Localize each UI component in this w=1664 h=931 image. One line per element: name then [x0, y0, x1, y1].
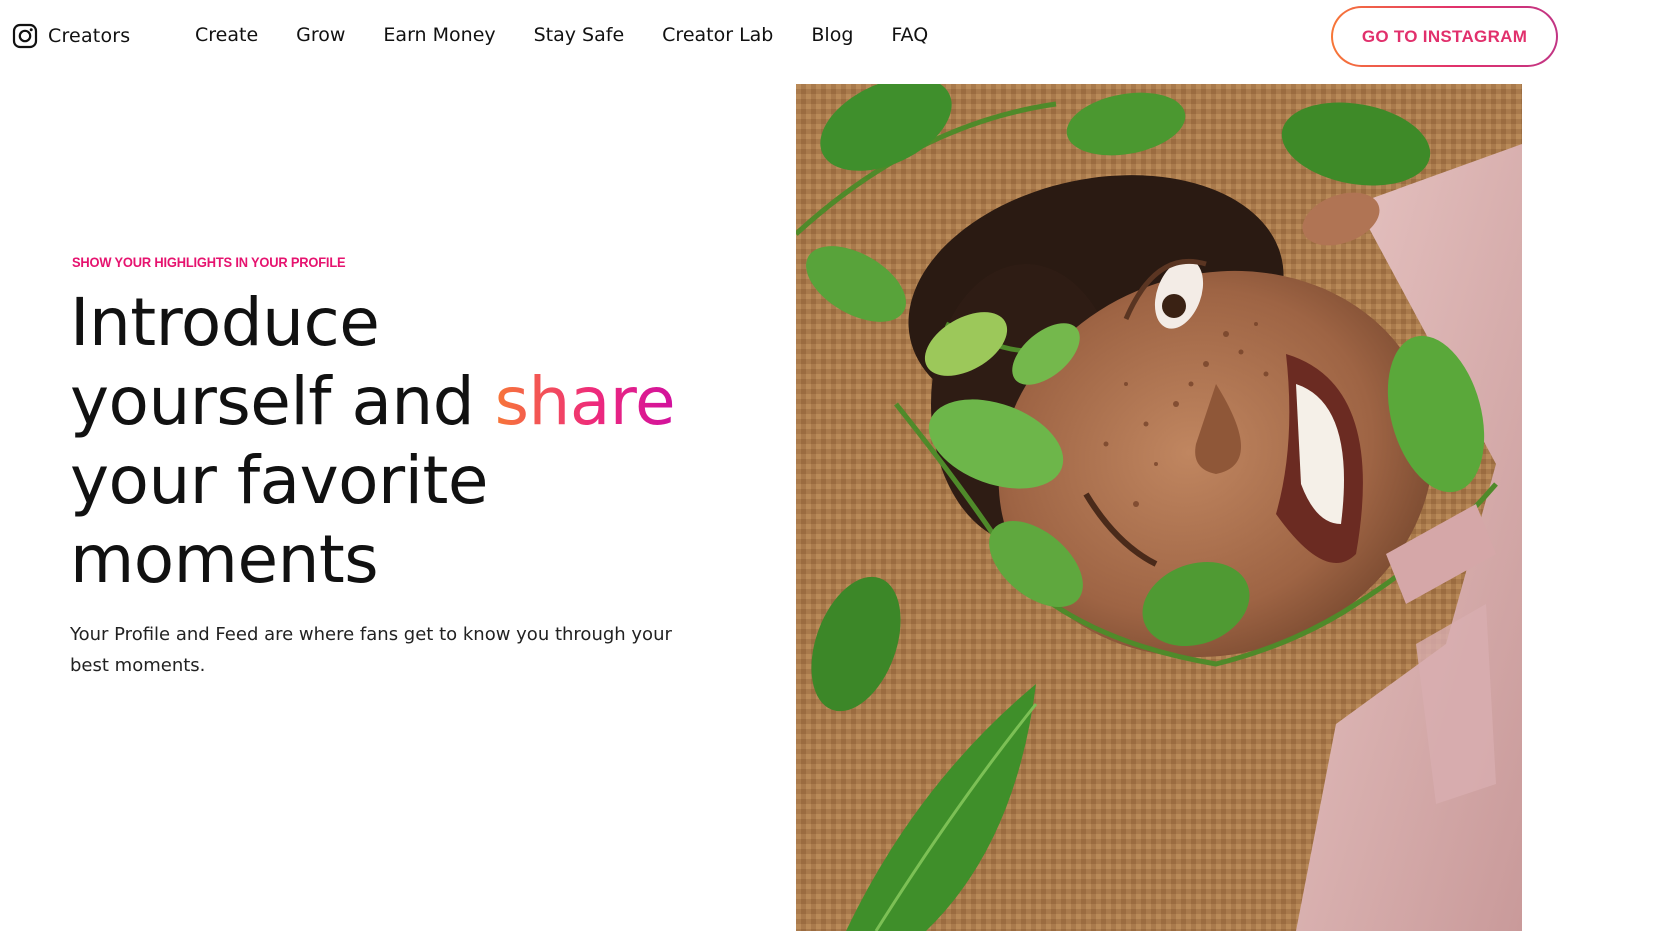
nav-item-create[interactable]: Create [195, 24, 258, 46]
nav-item-creator-lab[interactable]: Creator Lab [662, 24, 773, 46]
main-nav: Create Grow Earn Money Stay Safe Creator… [195, 24, 966, 46]
nav-item-grow[interactable]: Grow [296, 24, 345, 46]
go-to-instagram-button[interactable]: GO TO INSTAGRAM [1333, 8, 1556, 65]
brand-logo-link[interactable]: Creators [12, 23, 130, 49]
headline-line-2: yourself and [70, 363, 495, 440]
hero-description: Your Profile and Feed are where fans get… [70, 624, 672, 676]
site-header: Creators Create Grow Earn Money Stay Saf… [0, 0, 1664, 76]
hero-photo-illustration [796, 84, 1522, 931]
headline-line-3: your favorite [70, 442, 488, 519]
go-to-instagram-button-border: GO TO INSTAGRAM [1331, 6, 1558, 67]
headline-line-4: moments [70, 521, 379, 598]
nav-item-blog[interactable]: Blog [811, 24, 853, 46]
headline-line-1: Introduce [70, 284, 380, 361]
nav-item-faq[interactable]: FAQ [891, 24, 928, 46]
nav-item-stay-safe[interactable]: Stay Safe [534, 24, 625, 46]
hero-photo [796, 84, 1522, 931]
section-eyebrow: SHOW YOUR HIGHLIGHTS IN YOUR PROFILE [72, 254, 346, 270]
headline-accent-word: share [494, 363, 676, 440]
hero-headline: Introduce yourself and share your favori… [70, 283, 770, 599]
instagram-icon [12, 23, 38, 49]
brand-label: Creators [48, 25, 131, 47]
nav-item-earn-money[interactable]: Earn Money [383, 24, 495, 46]
